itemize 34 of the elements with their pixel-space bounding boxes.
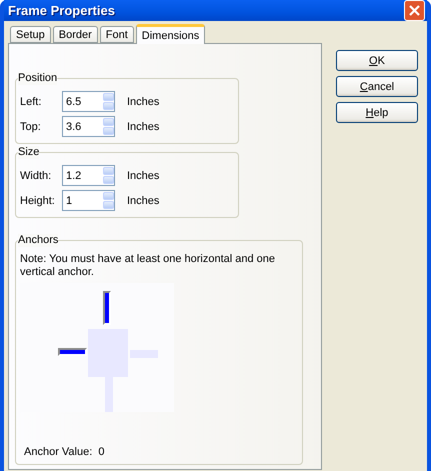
number-input[interactable]: 6.5 [63, 92, 103, 111]
field-label: Left: [20, 96, 42, 108]
dialog-button[interactable]: Cancel [336, 76, 418, 97]
close-button[interactable] [404, 0, 425, 21]
window-title: Frame Properties [8, 3, 115, 18]
frame-square [88, 329, 128, 377]
close-icon [409, 5, 420, 16]
anchor-bar[interactable] [103, 291, 111, 325]
field-label: Top: [20, 120, 42, 132]
tab[interactable]: Setup [10, 26, 51, 43]
unit-label: Inches [127, 120, 160, 132]
group-title: Anchors [18, 234, 58, 247]
number-input[interactable]: 1 [63, 191, 103, 210]
group-title: Size [18, 146, 40, 159]
spin-field[interactable]: 3.6 [62, 116, 115, 137]
spin-field[interactable]: 1 [62, 190, 115, 211]
field-label: Width: [20, 170, 52, 182]
dialog-button[interactable]: Help [336, 102, 418, 123]
number-input[interactable]: 1.2 [63, 166, 103, 185]
spin-field[interactable]: 1.2 [62, 165, 115, 186]
tab[interactable]: Dimensions [136, 24, 206, 44]
tab[interactable]: Border [52, 26, 98, 43]
dialog-button[interactable]: OK [336, 50, 418, 71]
tab[interactable]: Font [100, 26, 134, 43]
unit-label: Inches [127, 170, 160, 182]
unit-label: Inches [127, 194, 160, 206]
note-text: Note: You must have at least one horizontal and one vertical anchor. [20, 253, 276, 279]
anchor-bar[interactable] [58, 348, 87, 356]
number-input[interactable]: 3.6 [63, 117, 103, 136]
group-title: Position [18, 72, 58, 85]
unit-label: Inches [127, 96, 160, 108]
spin-field[interactable]: 6.5 [62, 91, 115, 112]
anchor-value: Anchor Value: 0 [24, 446, 106, 458]
field-label: Height: [20, 194, 56, 206]
